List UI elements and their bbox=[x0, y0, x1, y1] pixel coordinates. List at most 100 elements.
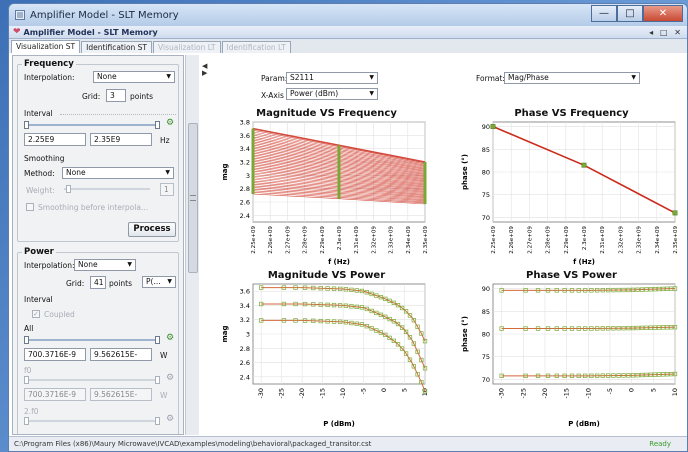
x-axis-label: P (dBm) bbox=[568, 420, 600, 428]
freq-max-input[interactable]: 2.35E9 bbox=[90, 133, 152, 146]
settings-scrollbar[interactable] bbox=[185, 55, 199, 435]
magnitude-vs-power-plot[interactable]: Magnitude VS Power 3.6 3.4 3.2 3 2.8 2.6 2.4 -30… bbox=[219, 270, 434, 430]
format-select[interactable]: Mag/Phase ▼ bbox=[504, 72, 640, 84]
weight-input: 1 bbox=[160, 183, 174, 196]
status-ready: Ready bbox=[649, 440, 671, 448]
main-content: Frequency Interpolation: None ▼ Grid: 3 p… bbox=[9, 53, 687, 436]
inner-title-bar: ❤ Amplifier Model - SLT Memory ◂ □ ✕ bbox=[9, 26, 687, 39]
x-tick-label: -15 bbox=[319, 388, 327, 399]
xaxis-label: X-Axis bbox=[261, 91, 284, 100]
gear-icon: ⚙ bbox=[166, 373, 175, 383]
freq-range-slider[interactable] bbox=[24, 121, 160, 129]
power-interpolation-value: None bbox=[78, 260, 98, 269]
freq-unit-label: Hz bbox=[160, 136, 170, 145]
x-tick-label: 2.28e+09 bbox=[546, 226, 552, 254]
gear-icon: ⚙ bbox=[166, 414, 175, 424]
x-tick-label: 2.27e+09 bbox=[285, 226, 291, 254]
method-select[interactable]: None ▼ bbox=[62, 167, 174, 179]
frequency-group-title: Frequency bbox=[22, 59, 76, 69]
power-grid-unit: points bbox=[109, 279, 133, 288]
inner-window-controls[interactable]: ◂ □ ✕ bbox=[649, 28, 683, 37]
tab-bar: Visualization ST Identification ST Visua… bbox=[9, 39, 687, 53]
power-grid-type-select[interactable]: P(... ▼ bbox=[142, 276, 176, 288]
process-button[interactable]: Process bbox=[128, 222, 176, 237]
tab-visualization-lt: Visualization LT bbox=[153, 41, 221, 53]
chevron-down-icon: ▼ bbox=[127, 261, 132, 268]
power-interpolation-label: Interpolation: bbox=[24, 261, 75, 270]
power-f0-slider bbox=[24, 376, 160, 384]
x-tick-label: 5 bbox=[401, 388, 409, 392]
x-axis-label: f (Hz) bbox=[573, 258, 595, 266]
y-axis-label: phase (°) bbox=[461, 316, 469, 352]
param-label: Param: bbox=[261, 74, 288, 83]
x-tick-label: 2.35e+09 bbox=[423, 226, 429, 254]
x-tick-label: -20 bbox=[298, 388, 306, 399]
y-axis-label: phase (°) bbox=[461, 154, 469, 190]
power-interval-label: Interval bbox=[24, 295, 53, 304]
x-tick-label: 2.27e+09 bbox=[527, 226, 533, 254]
chevron-down-icon: ▼ bbox=[369, 74, 374, 81]
data-point bbox=[672, 210, 678, 216]
tab-visualization-st[interactable]: Visualization ST bbox=[11, 40, 81, 53]
phase-vs-frequency-plot[interactable]: Phase VS Frequency 90 85 80 75 70 2.25e+09 2.26… bbox=[459, 108, 684, 266]
coupled-checkbox: ✓ bbox=[32, 310, 40, 318]
data-point bbox=[490, 124, 496, 129]
power-f0-min-input: 700.3716E-9 bbox=[24, 388, 86, 401]
freq-min-input[interactable]: 2.25E9 bbox=[24, 133, 86, 146]
close-button[interactable]: ✕ bbox=[643, 5, 683, 22]
y-tick-label: 2.4 bbox=[240, 373, 250, 381]
minimize-button[interactable]: — bbox=[591, 5, 617, 22]
format-label: Format: bbox=[476, 74, 505, 83]
x-tick-label: 2.29e+09 bbox=[564, 226, 570, 254]
coupled-label: Coupled bbox=[44, 310, 75, 319]
smooth-before-checkbox bbox=[26, 203, 34, 211]
phase-vs-power-plot[interactable]: Phase VS Power 90 85 80 75 70 -30 -25 -20 -15 -10-… bbox=[459, 270, 684, 430]
window-title: Amplifier Model - SLT Memory bbox=[30, 9, 179, 21]
freq-interval-label: Interval bbox=[24, 109, 53, 118]
y-tick-label: 3 bbox=[246, 172, 250, 180]
tab-identification-st[interactable]: Identification ST bbox=[81, 41, 153, 53]
f0-label: f0 bbox=[24, 366, 32, 375]
slider-min-knob[interactable] bbox=[24, 336, 29, 344]
power-all-min-input[interactable]: 700.3716E-9 bbox=[24, 348, 86, 361]
frequency-group: Frequency Interpolation: None ▼ Grid: 3 p… bbox=[17, 59, 179, 242]
gear-icon[interactable]: ⚙ bbox=[166, 333, 174, 343]
power-grid-input[interactable]: 41 bbox=[90, 276, 106, 289]
y-tick-label: 3.4 bbox=[240, 302, 250, 310]
x-tick-label: 5 bbox=[649, 388, 657, 392]
slider-max-knob[interactable] bbox=[155, 121, 160, 129]
x-tick-label: 2.31e+09 bbox=[354, 226, 360, 254]
x-tick-label: 2.3e+09 bbox=[337, 226, 343, 251]
x-axis-label: P (dBm) bbox=[323, 420, 355, 428]
slider-max-knob[interactable] bbox=[155, 336, 160, 344]
y-axis-label: mag bbox=[221, 325, 229, 342]
x-tick-label: 2.32e+09 bbox=[618, 226, 624, 254]
x-tick-label: 2.33e+09 bbox=[389, 226, 395, 254]
power-all-max-input[interactable]: 9.562615E- bbox=[90, 348, 152, 361]
freq-grid-input[interactable]: 3 bbox=[106, 89, 126, 102]
y-tick-label: 75 bbox=[482, 191, 490, 199]
slider-min-knob[interactable] bbox=[24, 121, 29, 129]
freq-interpolation-select[interactable]: None ▼ bbox=[93, 71, 175, 83]
x-tick-label: -10 bbox=[339, 388, 347, 399]
x-tick-label: -5 bbox=[606, 388, 614, 394]
maximize-button[interactable]: □ bbox=[617, 5, 643, 22]
y-tick-label: 3.6 bbox=[240, 132, 250, 140]
param-select[interactable]: S2111 ▼ bbox=[286, 72, 378, 84]
x-tick-label: -5 bbox=[360, 388, 368, 394]
y-axis-label: mag bbox=[221, 163, 229, 180]
y-tick-label: 2.8 bbox=[240, 345, 250, 353]
y-tick-label: 2.4 bbox=[240, 212, 250, 220]
xaxis-select[interactable]: Power (dBm) ▼ bbox=[286, 88, 378, 100]
power-interpolation-select[interactable]: None ▼ bbox=[74, 259, 136, 271]
title-bar[interactable]: Amplifier Model - SLT Memory — □ ✕ bbox=[9, 4, 687, 26]
power-grid-type-value: P(... bbox=[146, 277, 161, 286]
power-f0-max-input: 9.562615E- bbox=[90, 388, 152, 401]
y-tick-label: 2.6 bbox=[240, 359, 250, 367]
gear-icon[interactable]: ⚙ bbox=[166, 118, 174, 128]
plot-canvas: 3.63.43.232.82.62.4-30 -25 -20 -15 -10 -5 0 5 10… bbox=[221, 283, 429, 428]
power-all-slider[interactable] bbox=[24, 336, 160, 344]
collapse-arrows-icon[interactable]: ◀ ▶ bbox=[202, 63, 207, 77]
magnitude-vs-frequency-plot[interactable]: Magnitude VS Frequency 3.8 3.6 3.4 3.2 3 2.8 2.… bbox=[219, 108, 434, 266]
x-tick-label: 2.25e+09 bbox=[491, 226, 497, 254]
